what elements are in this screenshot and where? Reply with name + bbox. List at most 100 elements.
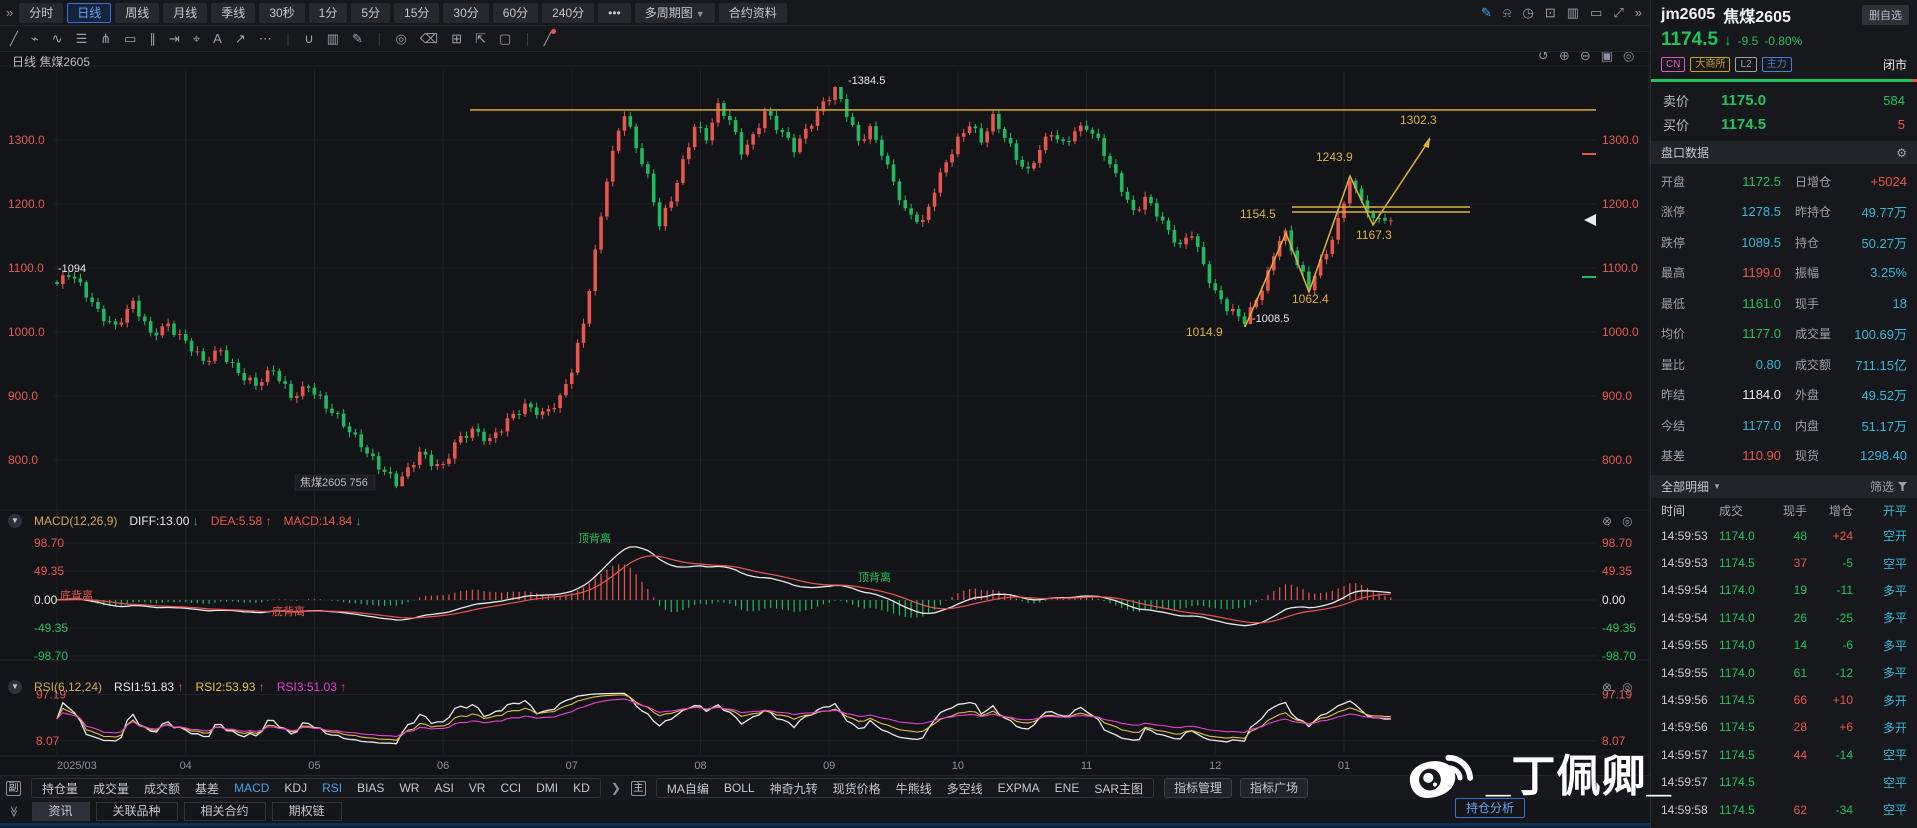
position-analysis-button[interactable]: 持仓分析 [1455, 798, 1525, 818]
indicator-tab-MA自编[interactable]: MA自编 [667, 780, 709, 797]
more-tools-icon[interactable]: ⋯ [259, 31, 272, 47]
tape-row[interactable]: 14:59:531174.537-5空平 [1651, 549, 1917, 576]
pane-settings-icon[interactable]: ◎ [1622, 514, 1632, 528]
expand-toolbar-icon[interactable]: » [6, 5, 13, 20]
depth-settings-icon[interactable]: ⚙ [1896, 146, 1907, 160]
pane-close-icon[interactable]: ⊗ [1602, 514, 1612, 528]
delete-icon[interactable]: ⌫ [420, 31, 438, 47]
export-icon[interactable]: ⇱ [475, 31, 486, 47]
rectangle-icon[interactable]: ▭ [124, 31, 136, 47]
tape-row[interactable]: 14:59:541174.019-11多平 [1651, 577, 1917, 604]
indicator-tab-SAR主图[interactable]: SAR主图 [1094, 780, 1143, 797]
comment-icon[interactable]: ▢ [499, 31, 511, 47]
pitchfork-icon[interactable]: ⋔ [100, 31, 111, 47]
timeframe-240分[interactable]: 240分 [542, 3, 594, 23]
ruler-icon[interactable]: ╱ [544, 31, 552, 47]
text-icon[interactable]: A [213, 31, 222, 46]
indicator-tab-MACD[interactable]: MACD [234, 781, 269, 795]
edit-draw-icon[interactable]: ✎ [352, 31, 363, 47]
indicator-tab-成交量[interactable]: 成交量 [93, 780, 129, 797]
indicator-tab-CCI[interactable]: CCI [500, 781, 521, 795]
indicator-tab-成交额[interactable]: 成交额 [144, 780, 180, 797]
ask-row[interactable]: 卖价 1175.0 584 [1651, 86, 1917, 115]
clone-icon[interactable]: ▥ [327, 31, 339, 47]
tape-row[interactable]: 14:59:581174.562-34空平 [1651, 796, 1917, 823]
fib-icon[interactable]: ⌖ [193, 31, 200, 47]
annotate-icon[interactable]: ✎ [1481, 5, 1492, 21]
timeframe-30分[interactable]: 30分 [443, 3, 488, 23]
button-指标管理[interactable]: 指标管理 [1164, 778, 1232, 798]
pane-settings-icon[interactable]: ◎ [1622, 680, 1632, 694]
indicator-tab-KDJ[interactable]: KDJ [284, 781, 307, 795]
polyline-icon[interactable]: ⌁ [31, 31, 39, 47]
fullscreen-icon[interactable]: ⤢ [1613, 5, 1623, 21]
remove-watchlist-button[interactable]: 删自选 [1862, 5, 1909, 25]
magnet-icon[interactable]: ∪ [304, 31, 314, 47]
multi-period-button[interactable]: 多周期图▼ [635, 3, 715, 23]
indicator-tab-多空线[interactable]: 多空线 [947, 780, 983, 797]
grid-icon[interactable]: ⊞ [451, 31, 462, 47]
tab-关联品种[interactable]: 关联品种 [96, 802, 178, 821]
indicator-tab-ASI[interactable]: ASI [434, 781, 453, 795]
timeframe-月线[interactable]: 月线 [163, 3, 207, 23]
indicator-tab-DMI[interactable]: DMI [536, 781, 558, 795]
timeframe-30秒[interactable]: 30秒 [259, 3, 304, 23]
indicator-tab-EXPMA[interactable]: EXPMA [998, 781, 1040, 795]
arrow-icon[interactable]: ↗ [235, 31, 246, 47]
tape-row[interactable]: 14:59:561174.566+10多开 [1651, 686, 1917, 713]
button-指标广场[interactable]: 指标广场 [1240, 778, 1308, 798]
target-icon[interactable]: ◎ [395, 31, 406, 47]
indicator-tab-BOLL[interactable]: BOLL [724, 781, 755, 795]
indicator-tab-KD[interactable]: KD [573, 781, 590, 795]
timeframe-15分[interactable]: 15分 [394, 3, 439, 23]
indicator-tab-现货价格[interactable]: 现货价格 [833, 780, 881, 797]
indicator-tab-牛熊线[interactable]: 牛熊线 [896, 780, 932, 797]
contract-info-button[interactable]: 合约资料 [719, 3, 787, 23]
tape-row[interactable]: 14:59:571174.544-14空平 [1651, 741, 1917, 768]
indicator-tab-RSI[interactable]: RSI [322, 781, 342, 795]
tape-row[interactable]: 14:59:561174.528+6多开 [1651, 714, 1917, 741]
alarm-icon[interactable]: ◷ [1523, 5, 1534, 21]
indicator-tab-VR[interactable]: VR [469, 781, 486, 795]
tape-row[interactable]: 14:59:531174.048+24空开 [1651, 522, 1917, 549]
collapse-macd-icon[interactable]: ▼ [8, 514, 22, 528]
tape-row[interactable]: 14:59:551174.014-6多平 [1651, 632, 1917, 659]
screenshot-icon[interactable]: ⊡ [1545, 5, 1556, 21]
pip-icon[interactable]: ▥ [1567, 5, 1579, 21]
indicator-tab-WR[interactable]: WR [399, 781, 419, 795]
tape-row[interactable]: 14:59:551174.061-12多平 [1651, 659, 1917, 686]
collapse-panel-icon[interactable]: ≫ [7, 806, 20, 818]
bid-row[interactable]: 买价 1174.5 5 [1651, 115, 1917, 139]
tab-期权链[interactable]: 期权链 [272, 802, 342, 821]
detail-header-label[interactable]: 全部明细 [1661, 478, 1709, 495]
tape-row[interactable]: 14:59:571174.5空平 [1651, 769, 1917, 796]
wave-icon[interactable]: ∿ [52, 31, 63, 47]
more-panels-icon[interactable]: » [1635, 5, 1642, 20]
timeframe-1分[interactable]: 1分 [309, 3, 348, 23]
indicator-tab-神奇九转[interactable]: 神奇九转 [770, 780, 818, 797]
timeframe-60分[interactable]: 60分 [493, 3, 538, 23]
tape-row[interactable]: 14:59:541174.026-25多平 [1651, 604, 1917, 631]
tab-相关合约[interactable]: 相关合约 [184, 802, 266, 821]
indicator-tab-持仓量[interactable]: 持仓量 [42, 780, 78, 797]
parallel-channel-icon[interactable]: ∥ [149, 31, 156, 47]
horizontal-levels-icon[interactable]: ☰ [76, 31, 88, 47]
indicator-tab-ENE[interactable]: ENE [1055, 781, 1080, 795]
timeframe-分时[interactable]: 分时 [19, 3, 63, 23]
candlestick-chart[interactable]: 2025/03040506070809101112011300.01300.01… [0, 0, 1650, 775]
timeframe-日线[interactable]: 日线 [67, 3, 111, 23]
more-indicators-icon[interactable]: ❯ [611, 781, 621, 795]
timeframe-周线[interactable]: 周线 [115, 3, 159, 23]
more-timeframes-button[interactable]: ••• [598, 3, 631, 23]
tab-资讯[interactable]: 资讯 [32, 802, 90, 821]
bell-icon[interactable]: ⍾ [1503, 5, 1512, 21]
extend-line-icon[interactable]: ⇥ [169, 31, 180, 47]
timeframe-季线[interactable]: 季线 [211, 3, 255, 23]
timeframe-5分[interactable]: 5分 [351, 3, 390, 23]
collapse-rsi-icon[interactable]: ▼ [8, 680, 22, 694]
monitor-icon[interactable]: ▭ [1590, 5, 1602, 21]
pane-close-icon[interactable]: ⊗ [1602, 680, 1612, 694]
filter-control[interactable]: 筛选 [1870, 478, 1907, 495]
indicator-tab-BIAS[interactable]: BIAS [357, 781, 384, 795]
indicator-tab-基差[interactable]: 基差 [195, 780, 219, 797]
